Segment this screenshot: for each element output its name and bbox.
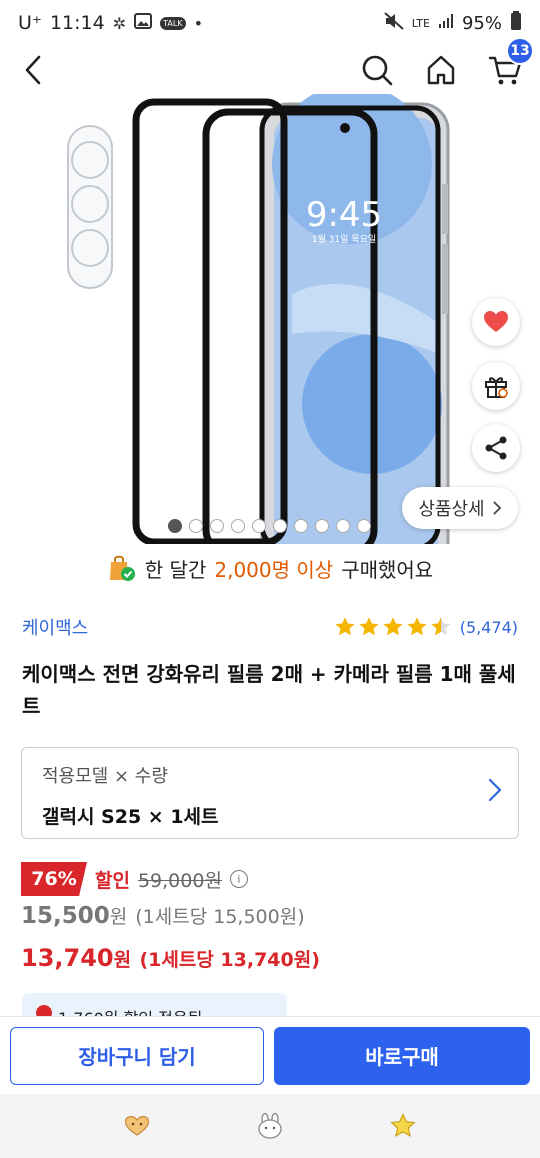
star-full-icon [407, 617, 427, 636]
phone-clock-date: 1월 31일 목요일 [312, 233, 376, 245]
option-selector[interactable]: 적용모델 × 수량 갤럭시 S25 × 1세트 [21, 747, 519, 839]
review-count[interactable]: (5,474) [460, 618, 518, 637]
coupon-applied-banner[interactable]: 1,760원 할인 적용됨 [22, 993, 287, 1017]
product-title: 케이맥스 전면 강화유리 필름 2매 + 카메라 필름 1매 풀세트 [22, 662, 516, 718]
cart-button[interactable]: 13 [488, 37, 534, 87]
info-icon[interactable]: i [229, 870, 248, 888]
rating[interactable]: (5,474) [334, 616, 518, 638]
signal-icon [438, 13, 454, 34]
chevron-right-icon [488, 778, 502, 802]
product-detail-label: 상품상세 [418, 499, 485, 520]
carousel-dot[interactable] [357, 519, 371, 533]
search-button[interactable] [360, 53, 394, 87]
banner-suffix: 구매했어요 [341, 557, 434, 582]
carousel-dot[interactable] [210, 519, 224, 533]
discount-label: 할인 [95, 869, 130, 892]
cart-count-badge: 13 [506, 37, 534, 65]
home-button[interactable] [424, 53, 458, 87]
purchase-count-banner: 한 달간 2,000명 이상 구매했어요 [0, 548, 540, 588]
carousel-dot[interactable] [294, 519, 308, 533]
product-photo: 9:45 1월 31일 목요일 [67, 94, 450, 544]
brand-link[interactable]: 케이맥스 [22, 614, 88, 640]
carousel-dot[interactable] [168, 519, 182, 533]
recent-apps-heart-icon [124, 1115, 149, 1136]
phone-device [260, 94, 450, 544]
banner-prefix: 한 달간 [144, 557, 207, 582]
chevron-right-icon [493, 501, 501, 515]
sale-price-amount: 15,500 [21, 903, 110, 929]
shopping-bag-check-icon [109, 555, 135, 581]
phone-clock-time: 9:45 [306, 195, 382, 235]
buy-now-button[interactable]: 바로구매 [274, 1026, 530, 1085]
carousel-dot[interactable] [231, 519, 245, 533]
carousel-dot[interactable] [336, 519, 350, 533]
star-full-icon [359, 617, 379, 636]
share-icon [485, 436, 507, 460]
camera-lens-film [67, 125, 113, 289]
status-right: LTE 95% [384, 10, 522, 36]
star-half-icon [431, 617, 451, 636]
carousel-dot[interactable] [252, 519, 266, 533]
product-detail-button[interactable]: 상품상세 [402, 487, 518, 529]
original-price: 59,000원 [137, 869, 222, 892]
top-navigation: 13 [0, 37, 540, 94]
kakaotalk-icon: TALK [160, 16, 186, 30]
share-button[interactable] [472, 424, 520, 472]
sale-price: 15,500원 (1세트당 15,500원) [21, 902, 305, 929]
sale-price-unit: 원 [109, 906, 128, 928]
product-image-carousel[interactable]: 9:45 1월 31일 목요일 [0, 94, 540, 544]
carousel-dot[interactable] [273, 519, 287, 533]
back-nav-button[interactable] [387, 1110, 419, 1142]
add-to-cart-button[interactable]: 장바구니 담기 [10, 1026, 264, 1085]
sale-price-per-unit: (1세트당 15,500원) [135, 906, 305, 928]
home-icon [427, 55, 455, 85]
option-value: 갤럭시 S25 × 1세트 [42, 806, 219, 828]
final-price-amount: 13,740 [21, 944, 114, 972]
nav-actions: 13 [360, 37, 534, 87]
carousel-dot[interactable] [189, 519, 203, 533]
mute-icon [384, 11, 404, 35]
brand-rating-row: 케이맥스 (5,474) [22, 612, 518, 642]
back-button[interactable] [18, 50, 48, 90]
clock: 11:14 [49, 12, 105, 34]
purchase-action-bar: 장바구니 담기 바로구매 [0, 1016, 540, 1094]
option-label: 적용모델 × 수량 [42, 766, 168, 787]
pinwheel-icon: ✲ [112, 13, 127, 33]
home-bunny-icon [258, 1113, 282, 1139]
image-icon [134, 12, 153, 34]
final-price: 13,740원 (1세트당 13,740원) [21, 944, 320, 972]
final-price-unit: 원 [113, 949, 132, 971]
more-notifications-icon: • [193, 13, 203, 33]
carousel-dot[interactable] [315, 519, 329, 533]
battery-icon [510, 10, 522, 36]
discount-row: 76% 할인 59,000원 i [21, 862, 248, 896]
star-full-icon [383, 617, 403, 636]
wishlist-button[interactable] [472, 298, 520, 346]
discount-badge: 76% [21, 862, 87, 896]
carrier-label: U⁺ [18, 12, 42, 34]
carousel-indicators [168, 519, 371, 533]
star-full-icon [335, 617, 355, 636]
final-price-per-unit: (1세트당 13,740원) [139, 949, 320, 971]
battery-label: 95% [461, 12, 502, 34]
search-icon [362, 55, 393, 86]
network-label: LTE [411, 16, 430, 30]
chevron-left-icon [25, 55, 41, 85]
home-nav-button[interactable] [254, 1110, 286, 1142]
system-navigation-bar [0, 1094, 540, 1158]
status-bar: U⁺ 11:14 ✲ TALK • LTE 95% [0, 0, 540, 46]
back-star-icon [390, 1113, 416, 1137]
status-left: U⁺ 11:14 ✲ TALK • [18, 12, 203, 34]
gift-button[interactable] [472, 362, 520, 410]
gift-icon [485, 377, 508, 398]
recent-apps-button[interactable] [121, 1110, 153, 1142]
banner-count: 2,000명 이상 [214, 557, 334, 582]
heart-icon [484, 311, 508, 332]
